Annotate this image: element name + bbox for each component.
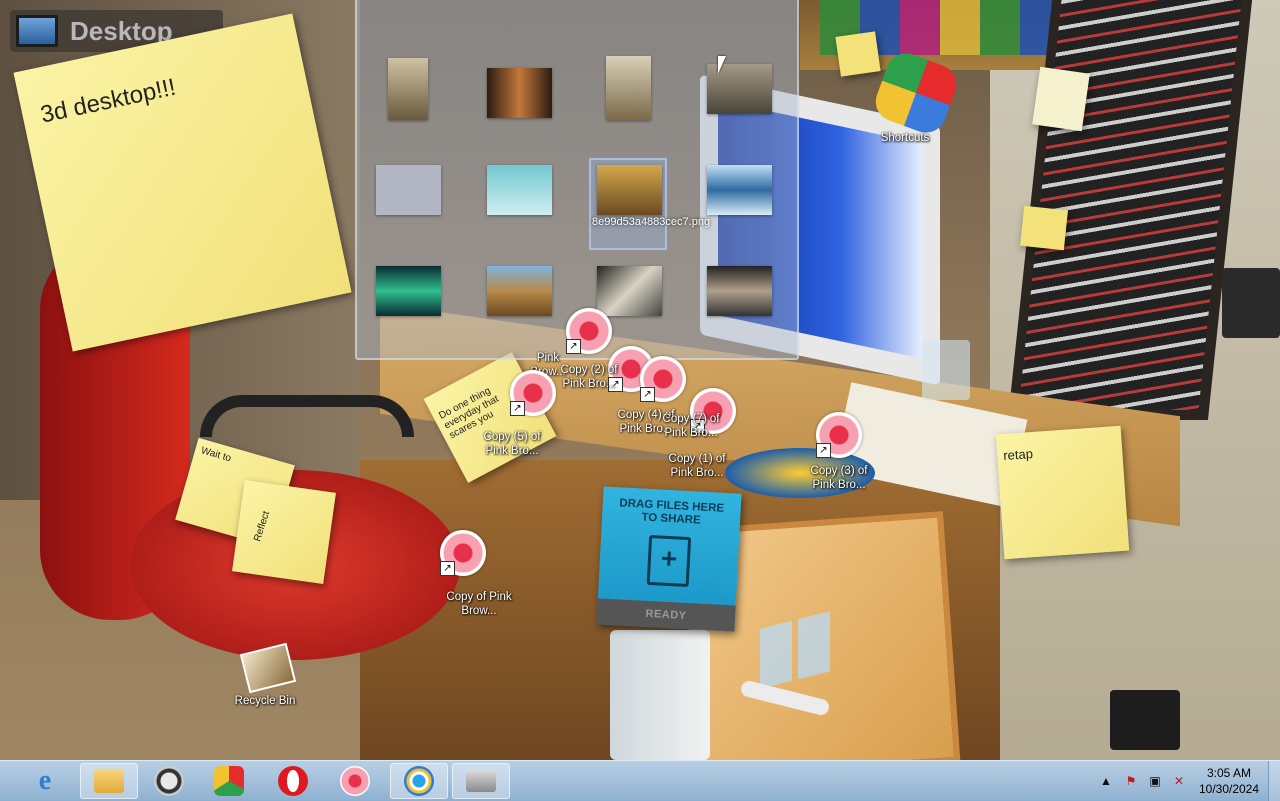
mouse-cursor-icon bbox=[718, 56, 726, 74]
network-icon[interactable]: ▣ bbox=[1146, 761, 1164, 801]
share-drop-widget[interactable]: DRAG FILES HERE TO SHARE + READY bbox=[596, 486, 742, 632]
shortcuts-label: Shortcuts bbox=[880, 132, 930, 144]
pen-holder bbox=[922, 340, 970, 400]
thumbnail[interactable] bbox=[707, 64, 772, 114]
copy5-rose-icon[interactable] bbox=[510, 370, 556, 416]
thumbnail[interactable] bbox=[707, 266, 772, 316]
sticky-note-cabinet bbox=[1020, 205, 1068, 251]
copy1-label: Copy (1) of Pink Bro... bbox=[668, 453, 726, 479]
taskbar: e ▲ ⚑ ▣ ✕ 3:05 AM 10/30/2024 bbox=[0, 760, 1280, 801]
clock-date: 10/30/2024 bbox=[1198, 782, 1260, 796]
thumbnail[interactable] bbox=[376, 266, 441, 316]
taskbar-file-explorer[interactable] bbox=[80, 763, 138, 799]
copy5-label: Copy (5) of Pink Bro... bbox=[483, 431, 541, 457]
pink-rose-icon bbox=[340, 766, 370, 796]
taskbar-camera[interactable] bbox=[390, 763, 448, 799]
opera-icon bbox=[278, 766, 308, 796]
scanner-icon bbox=[466, 770, 496, 792]
copy-rose-icon[interactable] bbox=[440, 530, 486, 576]
monitor-icon bbox=[16, 15, 58, 47]
light-switch bbox=[1222, 268, 1280, 338]
taskbar-scanner[interactable] bbox=[452, 763, 510, 799]
media-player-icon bbox=[154, 766, 184, 796]
share-title: DRAG FILES HERE TO SHARE bbox=[619, 497, 725, 527]
waste-bin bbox=[610, 630, 710, 760]
taskbar-app-store[interactable] bbox=[200, 763, 258, 799]
pink-rose-icon[interactable] bbox=[566, 308, 612, 354]
thumbnail[interactable] bbox=[606, 56, 651, 120]
selected-thumbnail-label: 8e99d53a4883cec7.png bbox=[592, 216, 711, 228]
folder-icon bbox=[94, 769, 124, 793]
thumbnail[interactable] bbox=[388, 58, 428, 120]
copy-label: Copy of Pink Brow... bbox=[446, 591, 512, 617]
sticky-note-chair-2-text: Reflect bbox=[252, 509, 273, 543]
add-file-icon: + bbox=[646, 534, 692, 588]
copy3-rose-icon[interactable] bbox=[816, 412, 862, 458]
camera-icon bbox=[404, 766, 434, 796]
sticky-note-shelf bbox=[835, 31, 881, 77]
recycle-bin-label: Recycle Bin bbox=[234, 695, 296, 707]
sticky-note-chair-2[interactable]: Reflect bbox=[232, 480, 336, 584]
chair-arm bbox=[200, 395, 414, 437]
thumbnail[interactable] bbox=[487, 165, 552, 215]
thumbnail[interactable] bbox=[707, 165, 772, 215]
sticky-note-right[interactable]: retap bbox=[995, 425, 1130, 560]
paper-note-cabinet bbox=[1032, 66, 1090, 132]
app-store-icon bbox=[214, 766, 244, 796]
taskbar-pink-rose[interactable] bbox=[326, 763, 384, 799]
thumbnail[interactable] bbox=[487, 266, 552, 316]
thumbnail[interactable] bbox=[487, 68, 552, 118]
clock-time: 3:05 AM bbox=[1206, 766, 1252, 780]
wall-socket bbox=[1110, 690, 1180, 750]
taskbar-opera[interactable] bbox=[264, 763, 322, 799]
taskbar-internet-explorer[interactable]: e bbox=[16, 763, 74, 799]
sticky-note-right-text: retap bbox=[1002, 445, 1034, 464]
thumbnail[interactable] bbox=[597, 266, 662, 316]
internet-explorer-icon: e bbox=[38, 765, 52, 796]
sticky-note-chair-1-text: Wait to bbox=[199, 445, 233, 465]
copy2-label: Copy (2) of Pink Bro... bbox=[560, 364, 618, 390]
volume-muted-icon[interactable]: ✕ bbox=[1170, 761, 1188, 801]
copy3-label: Copy (3) of Pink Bro... bbox=[810, 465, 868, 491]
tray-overflow-icon[interactable]: ▲ bbox=[1100, 761, 1112, 801]
thumbnail-selected[interactable] bbox=[597, 165, 662, 215]
copy4-rose-icon[interactable] bbox=[640, 356, 686, 402]
copy7-label: Copy (7) of Pink Bro... bbox=[662, 413, 720, 439]
sticky-note-big-text: 3d desktop!!! bbox=[38, 73, 179, 129]
action-center-icon[interactable]: ⚑ bbox=[1122, 761, 1140, 801]
thumbnail[interactable] bbox=[376, 165, 441, 215]
show-desktop-button[interactable] bbox=[1268, 761, 1280, 801]
clock[interactable]: 3:05 AM 10/30/2024 bbox=[1190, 765, 1268, 797]
taskbar-media-player[interactable] bbox=[140, 763, 198, 799]
sticky-note-big[interactable]: 3d desktop!!! bbox=[13, 13, 352, 352]
